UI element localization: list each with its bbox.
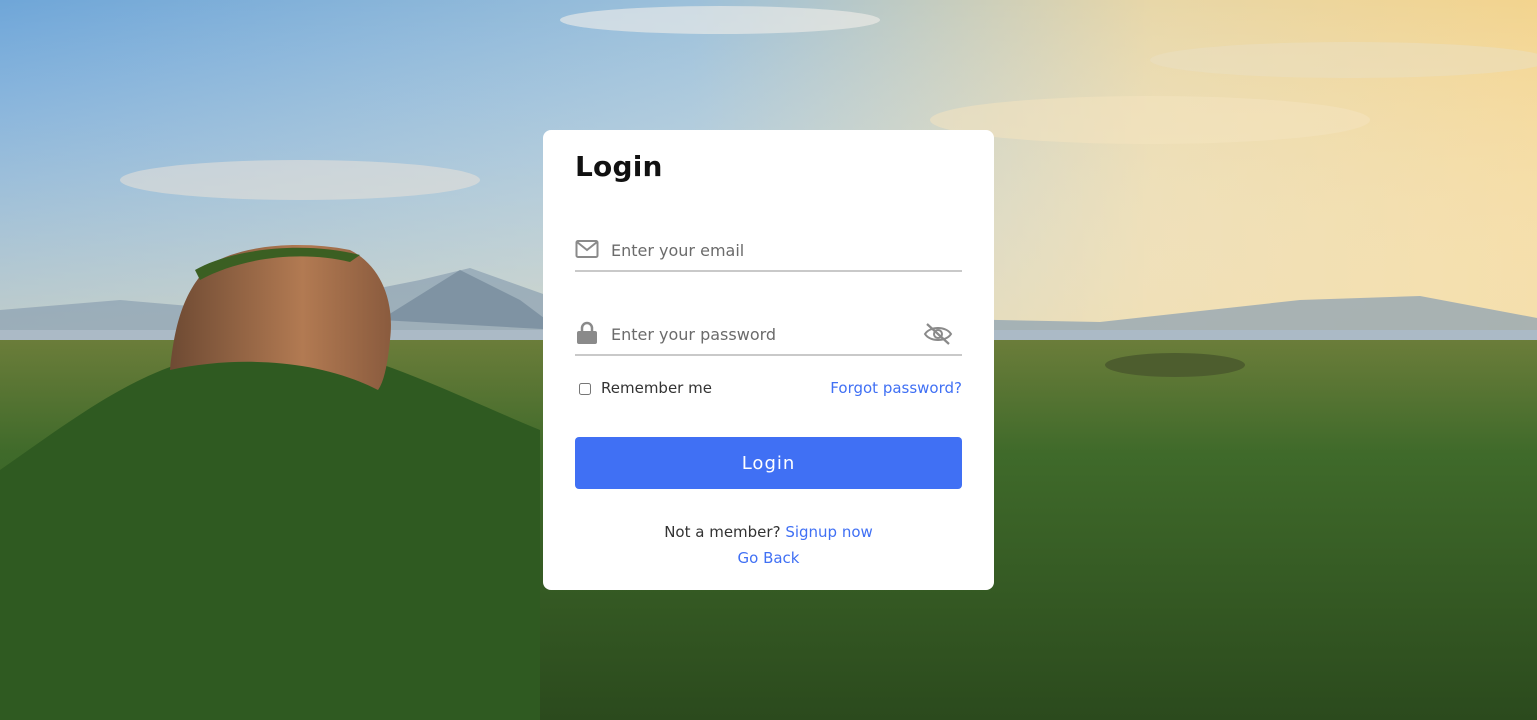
remember-checkbox[interactable]: [579, 383, 591, 395]
signup-prompt: Not a member?: [664, 523, 781, 541]
lock-icon: [575, 321, 599, 345]
password-field-container: [575, 316, 962, 356]
signup-link[interactable]: Signup now: [785, 523, 872, 541]
login-card: Login Remember me Forgot: [543, 130, 994, 590]
login-button[interactable]: Login: [575, 437, 962, 489]
page-title: Login: [575, 150, 663, 183]
eye-slash-icon[interactable]: [922, 321, 954, 347]
email-field-container: [575, 232, 962, 272]
envelope-icon: [575, 237, 599, 261]
go-back-link[interactable]: Go Back: [738, 549, 800, 567]
go-back-container: Go Back: [543, 549, 994, 567]
signup-line: Not a member? Signup now: [543, 523, 994, 541]
password-input[interactable]: [611, 316, 911, 352]
remember-row: Remember me Forgot password?: [575, 377, 962, 401]
forgot-password-link[interactable]: Forgot password?: [830, 379, 962, 397]
remember-label: Remember me: [601, 379, 712, 397]
email-input[interactable]: [611, 232, 911, 268]
